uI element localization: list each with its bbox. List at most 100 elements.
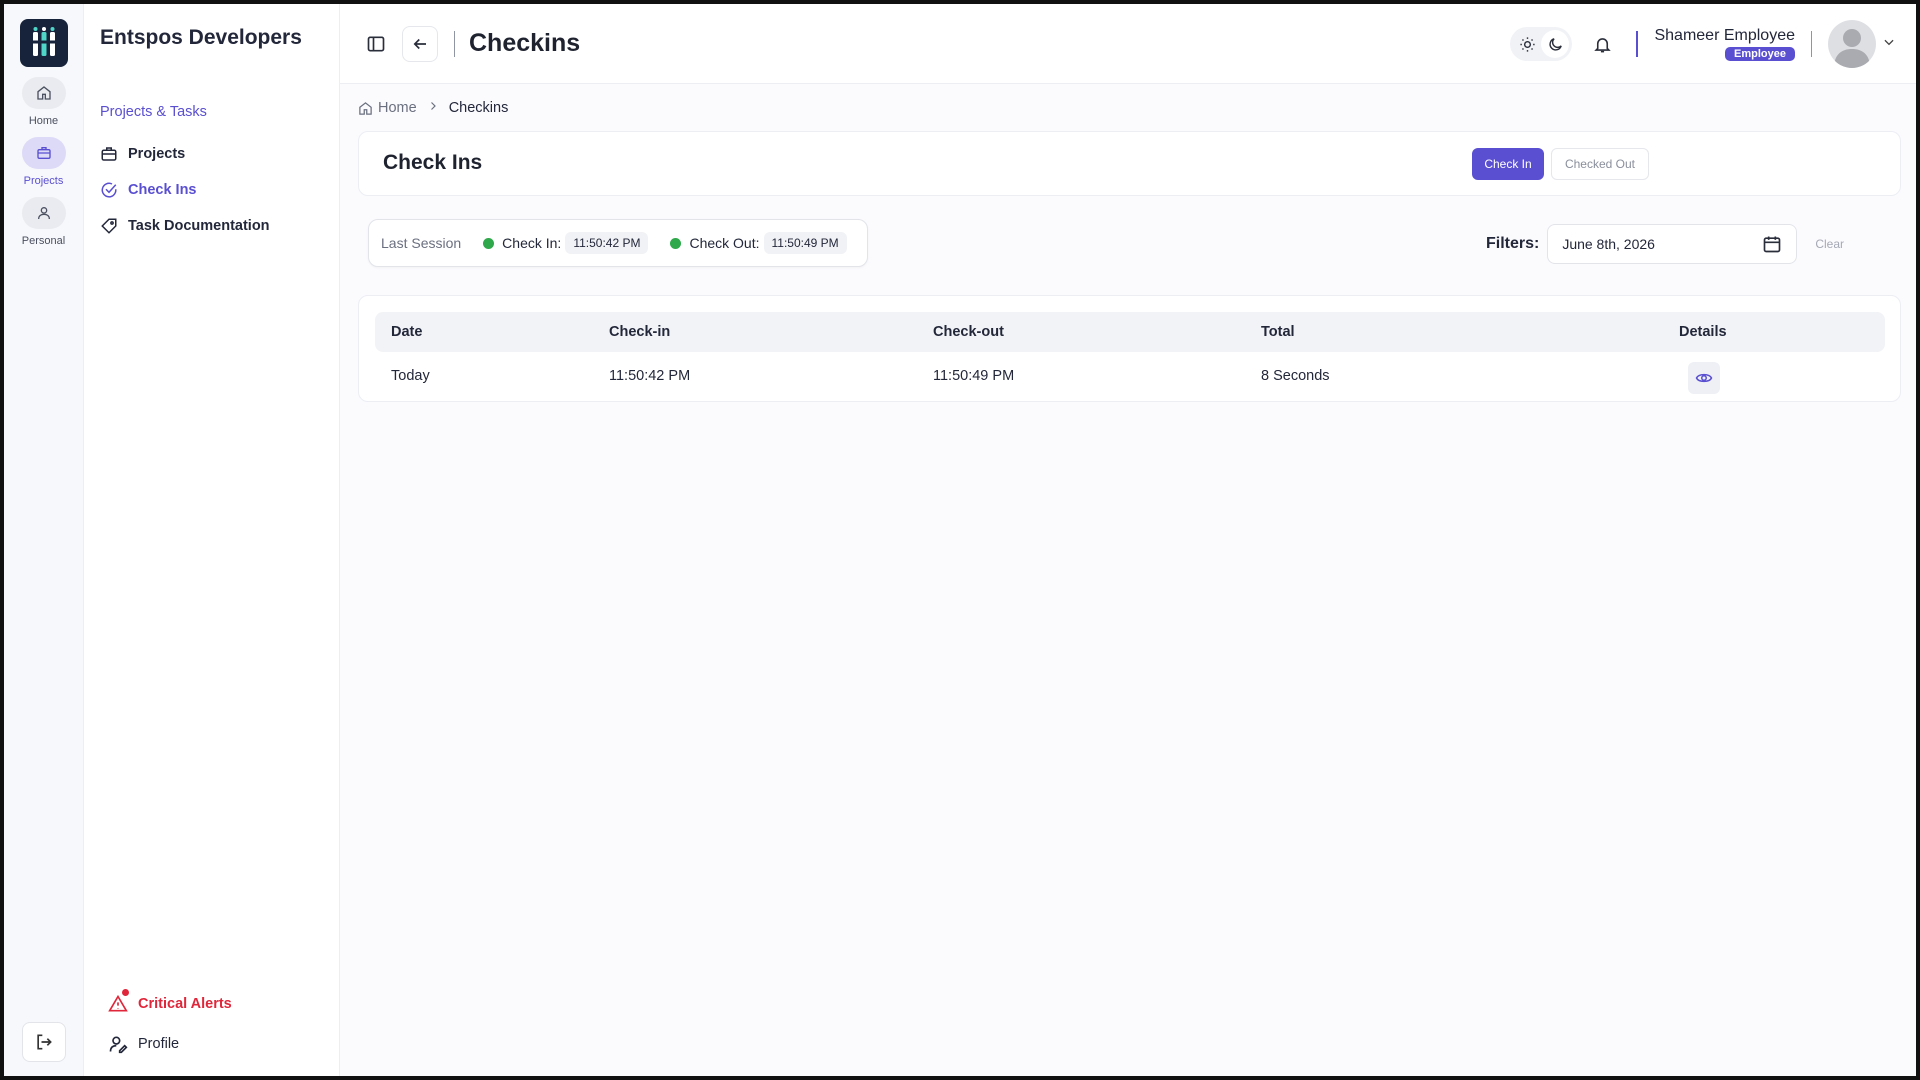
filters-bar: Filters: June 8th, 2026 Clear bbox=[1486, 224, 1844, 264]
icon-rail: Home Projects Personal bbox=[4, 4, 84, 1076]
sun-icon bbox=[1520, 36, 1535, 52]
rail-label-personal: Personal bbox=[21, 235, 66, 247]
alert-dot bbox=[122, 989, 129, 996]
organization-name: Entspos Developers bbox=[100, 26, 302, 49]
column-header-date: Date bbox=[391, 324, 423, 340]
calendar-icon bbox=[1763, 236, 1781, 253]
page-title: Checkins bbox=[469, 29, 581, 57]
notifications-button[interactable] bbox=[1584, 26, 1620, 62]
sidebar-item-task-documentation[interactable]: Task Documentation bbox=[100, 208, 270, 244]
profile-label: Profile bbox=[138, 1036, 180, 1052]
critical-alerts-label: Critical Alerts bbox=[138, 996, 232, 1012]
rail-item-projects[interactable]: Projects bbox=[9, 137, 79, 187]
logout-button[interactable] bbox=[22, 1022, 66, 1062]
app-logo[interactable] bbox=[19, 19, 68, 67]
table-row: Today 11:50:42 PM 11:50:49 PM 8 Seconds bbox=[375, 356, 1885, 396]
check-in-label: Check In: bbox=[502, 235, 562, 251]
divider bbox=[1811, 31, 1812, 57]
user-edit-icon bbox=[109, 1036, 128, 1054]
breadcrumb-home[interactable]: Home bbox=[358, 100, 417, 116]
divider bbox=[1636, 31, 1639, 57]
column-header-total: Total bbox=[1261, 324, 1295, 340]
critical-alerts-link[interactable]: Critical Alerts bbox=[108, 984, 232, 1024]
rail-label-projects: Projects bbox=[23, 175, 64, 187]
user-info[interactable]: Shameer Employee Employee bbox=[1654, 27, 1795, 61]
moon-icon bbox=[1549, 37, 1562, 51]
view-details-button[interactable] bbox=[1688, 362, 1720, 394]
column-header-check-in: Check-in bbox=[609, 324, 671, 340]
cell-total: 8 Seconds bbox=[1261, 368, 1330, 384]
sidebar-bottom-links: Critical Alerts Profile bbox=[108, 984, 232, 1064]
user-name: Shameer Employee bbox=[1654, 27, 1795, 44]
rail-item-home[interactable]: Home bbox=[9, 77, 79, 127]
rail-label-home: Home bbox=[28, 115, 59, 127]
eye-icon bbox=[1695, 373, 1713, 383]
chevron-down-icon bbox=[1884, 39, 1894, 45]
check-in-button[interactable]: Check In bbox=[1472, 148, 1544, 180]
column-header-details: Details bbox=[1679, 324, 1727, 340]
page-header-card: Check Ins Check In Checked Out bbox=[358, 131, 1901, 196]
dark-mode-button[interactable] bbox=[1541, 30, 1570, 58]
chevron-right-icon bbox=[427, 100, 439, 116]
role-badge: Employee bbox=[1725, 47, 1795, 61]
avatar[interactable] bbox=[1828, 20, 1876, 68]
avatar-placeholder-icon bbox=[1834, 29, 1870, 68]
breadcrumb: Home Checkins bbox=[358, 100, 508, 116]
last-session-label: Last Session bbox=[381, 235, 462, 251]
warning-icon bbox=[108, 994, 128, 1012]
sidebar-item-label: Projects bbox=[128, 146, 186, 162]
date-filter-value: June 8th, 2026 bbox=[1562, 236, 1655, 252]
date-filter-input[interactable]: June 8th, 2026 bbox=[1547, 224, 1798, 264]
divider bbox=[454, 30, 455, 57]
user-icon bbox=[21, 197, 66, 229]
tag-icon bbox=[101, 218, 117, 234]
home-icon bbox=[359, 101, 372, 115]
bell-icon bbox=[1594, 37, 1611, 52]
home-icon bbox=[21, 77, 66, 109]
sidebar-panel-icon bbox=[367, 36, 385, 51]
status-dot bbox=[483, 237, 495, 249]
logo-mark-icon bbox=[32, 27, 55, 56]
sidebar-item-label: Check Ins bbox=[128, 182, 197, 198]
back-button[interactable] bbox=[402, 25, 438, 62]
table-header: Date Check-in Check-out Total Details bbox=[375, 312, 1885, 352]
sidebar-nav-list: Projects Check Ins Task Documentation bbox=[100, 136, 270, 244]
arrow-left-icon bbox=[413, 38, 426, 49]
briefcase-icon bbox=[101, 147, 117, 161]
check-in-time: 11:50:42 PM bbox=[565, 232, 649, 254]
status-dot bbox=[670, 237, 682, 249]
logout-icon bbox=[37, 1034, 52, 1050]
checked-out-button[interactable]: Checked Out bbox=[1551, 148, 1649, 180]
sidebar-item-projects[interactable]: Projects bbox=[100, 136, 270, 172]
sidebar-section-title[interactable]: Projects & Tasks bbox=[100, 104, 207, 120]
check-out-label: Check Out: bbox=[689, 235, 760, 251]
checkins-table: Date Check-in Check-out Total Details To… bbox=[358, 295, 1901, 402]
main-content: Checkins Shameer Employee Employee Home … bbox=[340, 4, 1916, 1076]
check-out-time: 11:50:49 PM bbox=[763, 232, 847, 254]
alert-icon-wrapper bbox=[108, 989, 138, 1014]
briefcase-icon bbox=[21, 137, 66, 169]
section-heading: Check Ins bbox=[383, 151, 483, 174]
sidebar-item-label: Task Documentation bbox=[128, 218, 270, 234]
theme-toggle bbox=[1510, 27, 1573, 61]
rail-item-personal[interactable]: Personal bbox=[9, 197, 79, 247]
cell-date: Today bbox=[391, 368, 430, 384]
filters-label: Filters: bbox=[1485, 235, 1540, 252]
top-right-controls: Shameer Employee Employee bbox=[1510, 4, 1896, 84]
profile-link[interactable]: Profile bbox=[108, 1024, 232, 1064]
secondary-sidebar: Entspos Developers Projects & Tasks Proj… bbox=[84, 4, 340, 1076]
clear-filter-button[interactable]: Clear bbox=[1815, 237, 1844, 251]
cell-check-in: 11:50:42 PM bbox=[609, 368, 691, 384]
cell-check-out: 11:50:49 PM bbox=[933, 368, 1015, 384]
light-mode-button[interactable] bbox=[1513, 30, 1541, 58]
app-window: Home Projects Personal Entspos Developer… bbox=[4, 4, 1916, 1076]
last-session-summary: Last Session Check In: 11:50:42 PM Check… bbox=[368, 219, 868, 267]
sidebar-item-check-ins[interactable]: Check Ins bbox=[100, 172, 270, 208]
top-bar: Checkins Shameer Employee Employee bbox=[340, 4, 1916, 84]
user-menu-chevron[interactable] bbox=[1882, 35, 1896, 54]
breadcrumb-current: Checkins bbox=[448, 100, 509, 116]
column-header-check-out: Check-out bbox=[933, 324, 1004, 340]
breadcrumb-home-label: Home bbox=[378, 100, 417, 116]
check-circle-icon bbox=[101, 182, 117, 198]
toggle-sidebar-button[interactable] bbox=[358, 26, 394, 62]
